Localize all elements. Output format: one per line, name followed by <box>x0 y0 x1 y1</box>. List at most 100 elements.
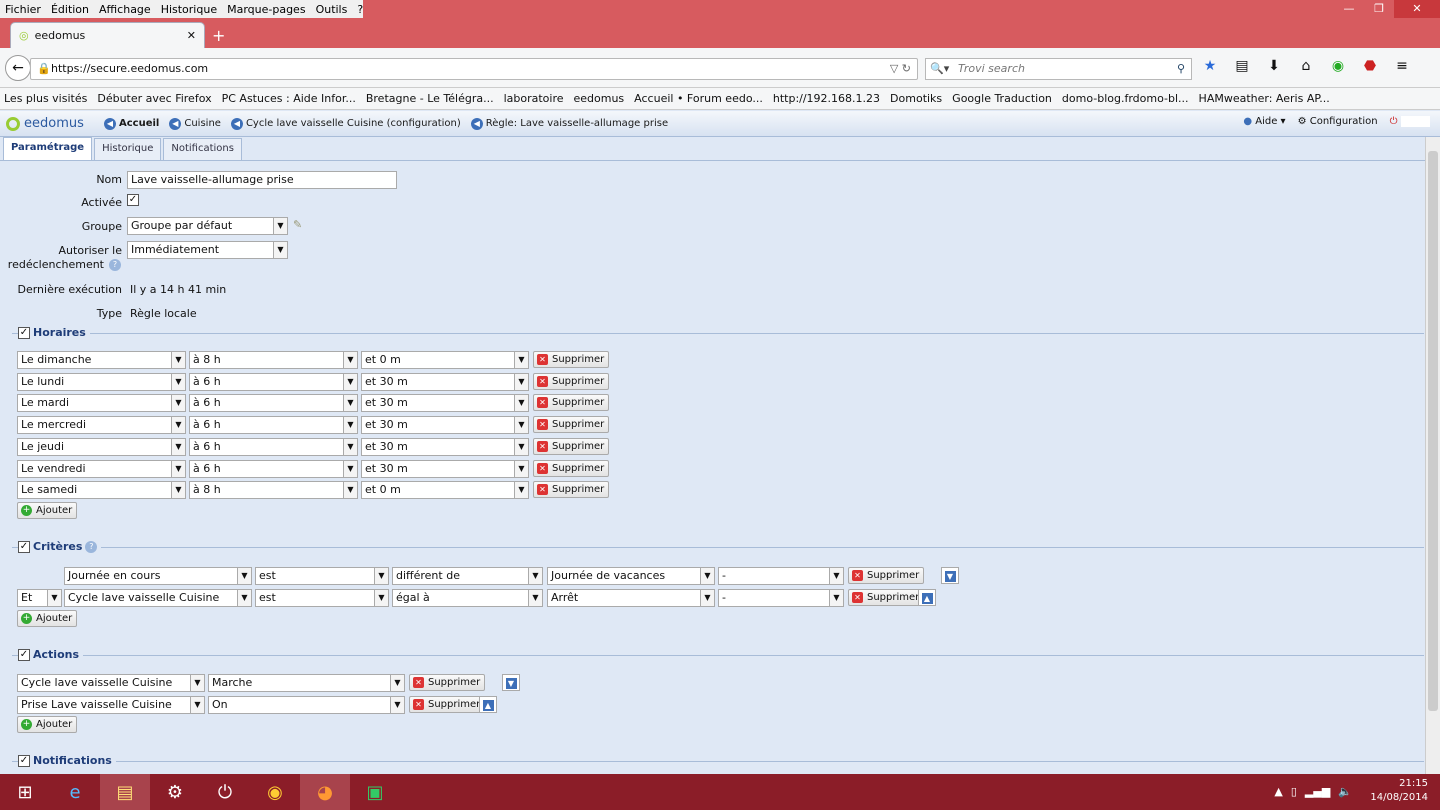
user-menu[interactable]: ⏻ Digne <box>1390 116 1430 127</box>
browser-tab[interactable]: ◎ eedomus ✕ <box>10 22 205 48</box>
actions-checkbox[interactable]: ✓ <box>18 648 30 661</box>
minute-select[interactable]: et 0 m ▼ <box>361 481 529 500</box>
windows-start-icon[interactable]: ⊞ <box>0 774 50 810</box>
info-icon[interactable]: ? <box>85 540 98 553</box>
minimize-icon[interactable]: — <box>1334 0 1364 18</box>
minute-select[interactable]: et 30 m ▼ <box>361 437 529 456</box>
bookmark-item[interactable]: Débuter avec Firefox <box>97 92 211 105</box>
bookmark-item[interactable]: Bretagne - Le Télégra... <box>366 92 494 105</box>
delete-button[interactable]: ✕ Supprimer <box>533 394 610 412</box>
move-down-button[interactable]: ▼ <box>941 567 959 584</box>
download-icon[interactable]: ⬇ <box>1264 58 1284 74</box>
breadcrumb-rule[interactable]: ◀ Règle: Lave vaisselle-allumage prise <box>470 117 668 130</box>
tab-parametrage[interactable]: Paramétrage <box>3 137 93 160</box>
move-up-button[interactable]: ▲ <box>479 696 497 713</box>
url-bar[interactable]: 🔒 https://secure.eedomus.com ▽ ↻ <box>30 58 918 80</box>
maximize-icon[interactable]: ❐ <box>1364 0 1394 18</box>
bookmark-item[interactable]: Les plus visités <box>4 92 87 105</box>
configuration-link[interactable]: ⚙ Configuration <box>1298 116 1378 127</box>
delete-button[interactable]: ✕ Supprimer <box>533 481 610 499</box>
actions-add-button[interactable]: + Ajouter <box>17 716 78 733</box>
store-icon[interactable]: ▣ <box>350 774 400 810</box>
app-icon[interactable]: ⚙ <box>150 774 200 810</box>
clock[interactable]: 21:15 14/08/2014 <box>1370 777 1428 805</box>
hour-select[interactable]: à 6 h ▼ <box>189 394 358 413</box>
hour-select[interactable]: à 6 h ▼ <box>189 437 358 456</box>
tab-historique[interactable]: Historique <box>94 138 162 160</box>
hour-select[interactable]: à 8 h ▼ <box>189 351 358 369</box>
search-go-icon[interactable]: ⚲ <box>1177 59 1185 79</box>
criteria-value-select[interactable]: Journée de vacances ▼ <box>547 567 715 585</box>
horaires-add-button[interactable]: + Ajouter <box>17 502 78 519</box>
tab-notifications[interactable]: Notifications <box>163 138 242 160</box>
action-device-select[interactable]: Prise Lave vaisselle Cuisine ▼ <box>17 696 205 714</box>
volume-icon[interactable]: 🔈 <box>1338 785 1352 798</box>
hour-select[interactable]: à 8 h ▼ <box>189 481 358 500</box>
delete-button[interactable]: ✕ Supprimer <box>533 351 610 368</box>
delete-button[interactable]: ✕ Supprimer <box>848 589 925 606</box>
hour-select[interactable]: à 6 h ▼ <box>189 416 358 435</box>
reading-list-icon[interactable]: ▤ <box>1232 58 1252 74</box>
scrollbar-thumb[interactable] <box>1428 151 1438 711</box>
new-tab-icon[interactable]: + <box>212 26 225 45</box>
search-input[interactable]: 🔍▾ Trovi search ⚲ <box>925 58 1192 80</box>
redeclenchement-select[interactable]: Immédiatement ▼ <box>127 241 288 259</box>
hour-select[interactable]: à 6 h ▼ <box>189 372 358 391</box>
minute-select[interactable]: et 30 m ▼ <box>361 416 529 435</box>
adblock-icon[interactable]: ⬣ <box>1360 58 1380 74</box>
internet-explorer-icon[interactable]: e <box>50 774 100 810</box>
delete-button[interactable]: ✕ Supprimer <box>409 674 486 691</box>
bookmark-item[interactable]: laboratoire <box>504 92 564 105</box>
day-select[interactable]: Le dimanche ▼ <box>17 351 186 369</box>
reload-icon[interactable]: ▽ ↻ <box>890 59 911 79</box>
menu-outils[interactable]: Outils <box>316 3 348 16</box>
close-window-icon[interactable]: ✕ <box>1394 0 1440 18</box>
delete-button[interactable]: ✕ Supprimer <box>533 459 610 477</box>
bookmark-item[interactable]: Accueil • Forum eedo... <box>634 92 763 105</box>
minute-select[interactable]: et 30 m ▼ <box>361 394 529 413</box>
delete-button[interactable]: ✕ Supprimer <box>533 437 610 455</box>
menu-edition[interactable]: Édition <box>51 3 89 16</box>
power-app-icon[interactable]: ⏻ <box>200 774 250 810</box>
join-select[interactable]: Et ▼ <box>17 589 62 607</box>
menu-marque-pages[interactable]: Marque-pages <box>227 3 305 16</box>
info-icon[interactable]: ? <box>109 259 121 271</box>
addon-icon[interactable]: ◉ <box>1328 58 1348 74</box>
bookmark-item[interactable]: HAMweather: Aeris AP... <box>1199 92 1330 105</box>
page-scrollbar[interactable] <box>1425 137 1440 774</box>
criteria-compare-select[interactable]: différent de ▼ <box>392 567 543 585</box>
device-icon[interactable]: ▯ <box>1291 785 1297 798</box>
edit-pencil-icon[interactable]: ✎ <box>293 218 302 231</box>
bookmark-item[interactable]: http://192.168.1.23 <box>773 92 880 105</box>
groupe-select[interactable]: Groupe par défaut ▼ <box>127 217 288 235</box>
file-explorer-icon[interactable]: ▤ <box>100 774 150 810</box>
delete-button[interactable]: ✕ Supprimer <box>533 372 610 390</box>
horaires-checkbox[interactable]: ✓ <box>18 326 30 339</box>
hour-select[interactable]: à 6 h ▼ <box>189 459 358 478</box>
notifications-checkbox[interactable]: ✓ <box>18 754 30 767</box>
action-value-select[interactable]: Marche ▼ <box>208 674 405 692</box>
criteria-extra-select[interactable]: - ▼ <box>718 589 844 607</box>
criteria-device-select[interactable]: Journée en cours ▼ <box>64 567 252 585</box>
back-arrow-icon[interactable]: ← <box>5 55 31 81</box>
nom-input[interactable]: Lave vaisselle-allumage prise <box>127 171 397 189</box>
bookmark-item[interactable]: PC Astuces : Aide Infor... <box>222 92 356 105</box>
close-tab-icon[interactable]: ✕ <box>187 29 196 42</box>
day-select[interactable]: Le vendredi ▼ <box>17 459 186 478</box>
day-select[interactable]: Le mercredi ▼ <box>17 416 186 435</box>
chrome-icon[interactable]: ◉ <box>250 774 300 810</box>
breadcrumb-home[interactable]: ◀ Accueil <box>104 117 159 130</box>
eedomus-logo[interactable]: eedomus <box>0 116 104 131</box>
bookmark-star-icon[interactable]: ★ <box>1200 58 1220 74</box>
bookmark-item[interactable]: eedomus <box>574 92 625 105</box>
home-icon[interactable]: ⌂ <box>1296 58 1316 74</box>
criteres-checkbox[interactable]: ✓ <box>18 540 30 553</box>
delete-button[interactable]: ✕ Supprimer <box>848 567 925 584</box>
day-select[interactable]: Le samedi ▼ <box>17 481 186 500</box>
breadcrumb-room[interactable]: ◀ Cuisine <box>169 117 221 130</box>
bookmark-item[interactable]: Google Traduction <box>952 92 1052 105</box>
criteria-value-select[interactable]: Arrêt ▼ <box>547 589 715 607</box>
delete-button[interactable]: ✕ Supprimer <box>533 416 610 434</box>
day-select[interactable]: Le jeudi ▼ <box>17 437 186 456</box>
menu-historique[interactable]: Historique <box>161 3 217 16</box>
